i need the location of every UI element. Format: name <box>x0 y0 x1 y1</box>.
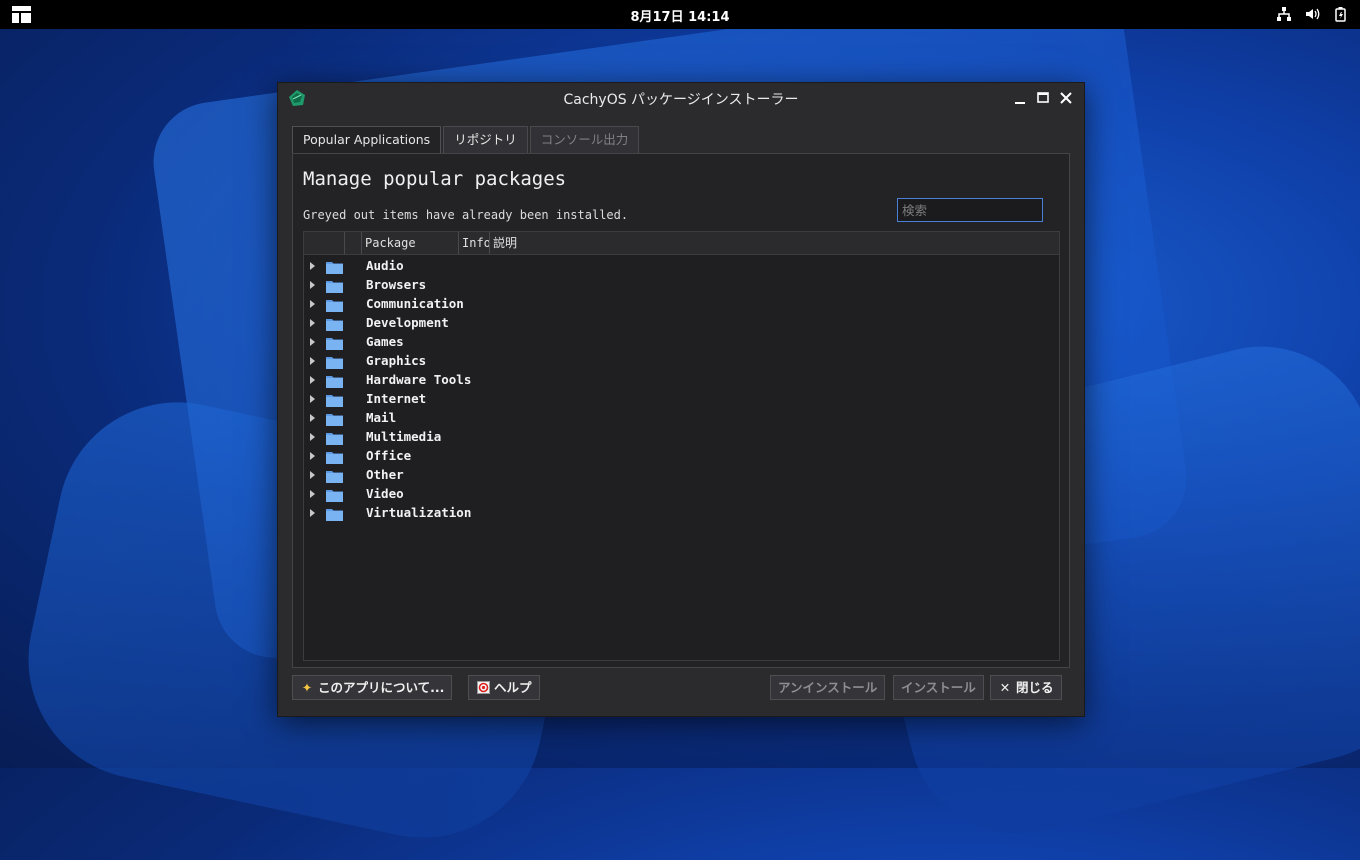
maximize-button[interactable] <box>1034 89 1052 107</box>
expand-arrow-icon[interactable] <box>310 471 315 479</box>
category-label: Games <box>366 334 404 349</box>
expand-arrow-icon[interactable] <box>310 262 315 270</box>
tree-row-category[interactable]: Video <box>304 485 1059 504</box>
folder-icon <box>326 297 343 312</box>
category-label: Audio <box>366 258 404 273</box>
folder-icon <box>326 278 343 293</box>
category-label: Multimedia <box>366 429 442 444</box>
top-panel: 8月17日 14:14 <box>0 0 1360 29</box>
tree-row-category[interactable]: Internet <box>304 390 1059 409</box>
tree-row-category[interactable]: Audio <box>304 257 1059 276</box>
column-header-description[interactable]: 説明 <box>489 232 1053 254</box>
tree-row-category[interactable]: Hardware Tools <box>304 371 1059 390</box>
tree-row-category[interactable]: Communication <box>304 295 1059 314</box>
tree-row-category[interactable]: Multimedia <box>304 428 1059 447</box>
expand-arrow-icon[interactable] <box>310 509 315 517</box>
category-label: Other <box>366 467 404 482</box>
expand-arrow-icon[interactable] <box>310 376 315 384</box>
folder-icon <box>326 316 343 331</box>
popular-apps-panel: Manage popular packages Greyed out items… <box>292 153 1070 668</box>
tab-bar: Popular Applications リポジトリ コンソール出力 <box>292 126 641 155</box>
category-label: Development <box>366 315 449 330</box>
network-icon[interactable] <box>1276 6 1292 22</box>
category-label: Mail <box>366 410 397 425</box>
expand-arrow-icon[interactable] <box>310 433 315 441</box>
expand-arrow-icon[interactable] <box>310 490 315 498</box>
title-bar[interactable]: CachyOS パッケージインストーラー <box>278 83 1084 113</box>
expand-arrow-icon[interactable] <box>310 357 315 365</box>
tree-row-category[interactable]: Other <box>304 466 1059 485</box>
column-divider <box>344 232 345 254</box>
uninstall-button[interactable]: アンインストール <box>770 675 886 700</box>
close-label: 閉じる <box>1016 680 1054 695</box>
install-button[interactable]: インストール <box>893 675 984 700</box>
expand-arrow-icon[interactable] <box>310 395 315 403</box>
category-label: Internet <box>366 391 427 406</box>
package-installer-window: CachyOS パッケージインストーラー Popular Application… <box>277 82 1085 717</box>
help-label: ヘルプ <box>494 680 532 695</box>
about-label: このアプリについて... <box>318 680 445 695</box>
package-tree[interactable]: Package Info 説明 Audio Browsers Communicati… <box>303 231 1060 661</box>
category-label: Graphics <box>366 353 427 368</box>
minimize-button[interactable] <box>1011 89 1029 107</box>
folder-icon <box>326 335 343 350</box>
close-button[interactable]: ✕ 閉じる <box>990 675 1062 700</box>
tree-header: Package Info 説明 <box>304 232 1059 255</box>
battery-icon[interactable] <box>1332 6 1348 22</box>
folder-icon <box>326 373 343 388</box>
category-label: Virtualization <box>366 505 472 520</box>
tree-row-category[interactable]: Virtualization <box>304 504 1059 523</box>
expand-arrow-icon[interactable] <box>310 338 315 346</box>
about-button[interactable]: ✦ このアプリについて... <box>292 675 453 700</box>
window-title: CachyOS パッケージインストーラー <box>563 92 799 108</box>
page-title: Manage popular packages <box>303 168 567 190</box>
expand-arrow-icon[interactable] <box>310 414 315 422</box>
expand-arrow-icon[interactable] <box>310 300 315 308</box>
close-icon: ✕ <box>999 680 1011 695</box>
tab-console-output[interactable]: コンソール出力 <box>529 126 640 153</box>
tab-popular-applications[interactable]: Popular Applications <box>292 126 442 155</box>
folder-icon <box>326 430 343 445</box>
folder-icon <box>326 468 343 483</box>
expand-arrow-icon[interactable] <box>310 281 315 289</box>
expand-arrow-icon[interactable] <box>310 452 315 460</box>
system-tray[interactable] <box>1276 6 1348 22</box>
tree-row-category[interactable]: Office <box>304 447 1059 466</box>
category-label: Video <box>366 486 404 501</box>
tree-row-category[interactable]: Browsers <box>304 276 1059 295</box>
close-window-button[interactable] <box>1057 89 1075 107</box>
folder-icon <box>326 392 343 407</box>
tree-row-category[interactable]: Games <box>304 333 1059 352</box>
folder-icon <box>326 259 343 274</box>
folder-icon <box>326 354 343 369</box>
tree-row-category[interactable]: Development <box>304 314 1059 333</box>
volume-icon[interactable] <box>1304 6 1320 22</box>
folder-icon <box>326 506 343 521</box>
installed-hint-text: Greyed out items have already been insta… <box>303 208 629 222</box>
clock[interactable]: 8月17日 14:14 <box>0 6 1360 25</box>
column-header-package[interactable]: Package <box>361 232 460 254</box>
category-label: Communication <box>366 296 464 311</box>
category-label: Browsers <box>366 277 427 292</box>
expand-arrow-icon[interactable] <box>310 319 315 327</box>
category-label: Office <box>366 448 412 463</box>
tab-repository[interactable]: リポジトリ <box>443 126 528 153</box>
category-label: Hardware Tools <box>366 372 472 387</box>
tree-row-category[interactable]: Graphics <box>304 352 1059 371</box>
folder-icon <box>326 449 343 464</box>
column-header-info[interactable]: Info <box>458 232 491 254</box>
sparkle-icon: ✦ <box>301 680 313 695</box>
tree-row-category[interactable]: Mail <box>304 409 1059 428</box>
folder-icon <box>326 487 343 502</box>
help-icon <box>476 676 490 699</box>
search-input[interactable] <box>897 198 1043 222</box>
help-button[interactable]: ヘルプ <box>468 675 540 700</box>
folder-icon <box>326 411 343 426</box>
